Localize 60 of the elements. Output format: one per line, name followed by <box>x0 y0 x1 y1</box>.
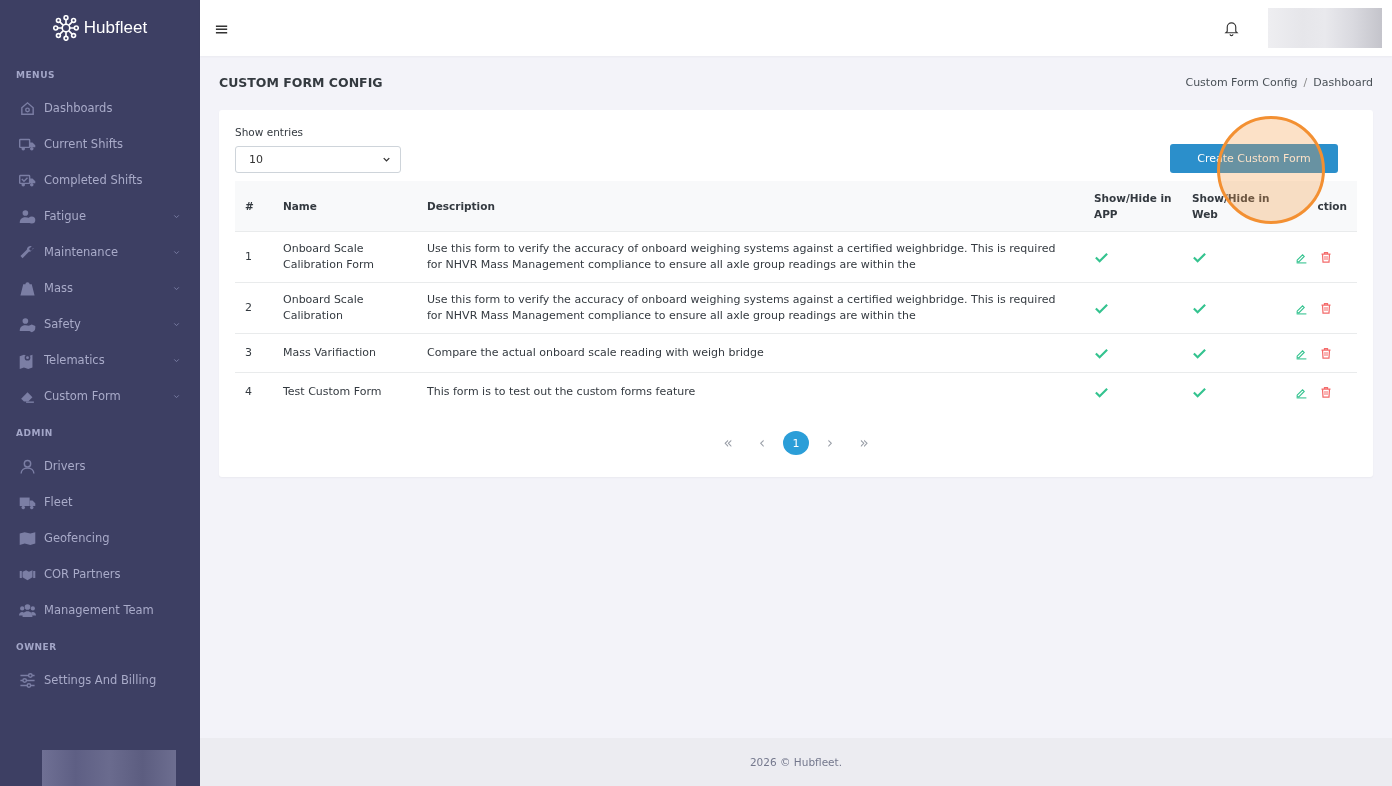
house-icon <box>19 99 36 117</box>
user-shield-icon <box>19 315 36 333</box>
weight-icon <box>19 279 36 297</box>
column-header: Name <box>273 181 417 232</box>
sidebar-item[interactable]: Maintenance <box>0 234 200 270</box>
entries-label: Show entries <box>235 126 304 138</box>
logo-icon <box>52 15 79 41</box>
table-cell: Test Custom Form <box>273 372 417 411</box>
sidebar-item[interactable]: Geofencing <box>0 520 200 556</box>
bell-icon[interactable] <box>1223 19 1240 37</box>
table-cell: 2 <box>235 282 273 334</box>
table-cell: 4 <box>235 372 273 411</box>
sidebar-item[interactable]: Telematics <box>0 342 200 378</box>
user-icon <box>19 457 36 475</box>
users-icon <box>19 601 36 619</box>
sidebar-item[interactable]: Settings And Billing <box>0 662 200 698</box>
sidebar-item[interactable]: Management Team <box>0 592 200 628</box>
section-heading: ADMIN <box>15 428 54 438</box>
breadcrumb-item[interactable]: Custom Form Config <box>1185 75 1298 89</box>
entries-select[interactable]: 10 <box>235 146 401 173</box>
sidebar-item[interactable]: COR Partners <box>0 556 200 592</box>
sidebar-item[interactable]: Dashboards <box>0 90 200 126</box>
wrench-icon <box>19 243 36 261</box>
footer-text: 2026 © Hubfleet. <box>749 756 843 768</box>
trash-icon[interactable] <box>1320 346 1332 359</box>
breadcrumb-separator: / <box>1303 75 1308 89</box>
breadcrumb-item[interactable]: Dashboard <box>1313 75 1373 89</box>
section-heading: OWNER <box>15 642 58 652</box>
sidebar-item[interactable]: Fatigue <box>0 198 200 234</box>
table-cell: Use this form to verify the accuracy of onboard weighing systems against a certified weighbridge. This is required for NHVR Mass Management compliance to ensure all axle group readings are within the <box>417 231 1084 283</box>
column-header: ction <box>1285 181 1357 232</box>
column-header: # <box>235 181 273 232</box>
column-header: Description <box>417 181 1084 232</box>
table-cell: Compare the actual onboard scale reading with weigh bridge <box>417 333 1084 373</box>
trash-icon[interactable] <box>1320 250 1332 263</box>
sidebar-item[interactable]: Completed Shifts <box>0 162 200 198</box>
table-cell: Onboard Scale Calibration <box>273 282 417 334</box>
sidebar-item[interactable]: Mass <box>0 270 200 306</box>
brand-name: Hubfleet <box>83 18 148 38</box>
sidebar-item[interactable]: Drivers <box>0 448 200 484</box>
sidebar-item[interactable]: Custom Form <box>0 378 200 414</box>
table-cell: Onboard Scale Calibration Form <box>273 231 417 283</box>
page-title: CUSTOM FORM CONFIG <box>219 74 384 90</box>
table-cell: Use this form to verify the accuracy of onboard weighing systems against a certified weighbridge. This is required for NHVR Mass Management compliance to ensure all axle group readings are within the <box>417 282 1084 334</box>
sidebar-item[interactable]: Fleet <box>0 484 200 520</box>
user-clock-icon <box>19 207 36 225</box>
table-cell: 1 <box>235 231 273 283</box>
table-cell: 3 <box>235 333 273 373</box>
menu-button[interactable]: ≡ <box>214 17 230 39</box>
section-heading: MENUS <box>15 70 56 80</box>
table-cell: This form is to test out the custom forms feature <box>417 372 1084 411</box>
sliders-icon <box>19 671 36 689</box>
sidebar-item[interactable]: Current Shifts <box>0 126 200 162</box>
trash-icon[interactable] <box>1320 385 1332 398</box>
trash-icon[interactable] <box>1320 301 1332 314</box>
sidebar-item[interactable]: Safety <box>0 306 200 342</box>
page-button[interactable]: 1 <box>783 431 809 455</box>
table-cell: Mass Varifiaction <box>273 333 417 373</box>
column-header: Show/Hide in APP <box>1084 181 1182 232</box>
map-icon <box>19 529 36 547</box>
